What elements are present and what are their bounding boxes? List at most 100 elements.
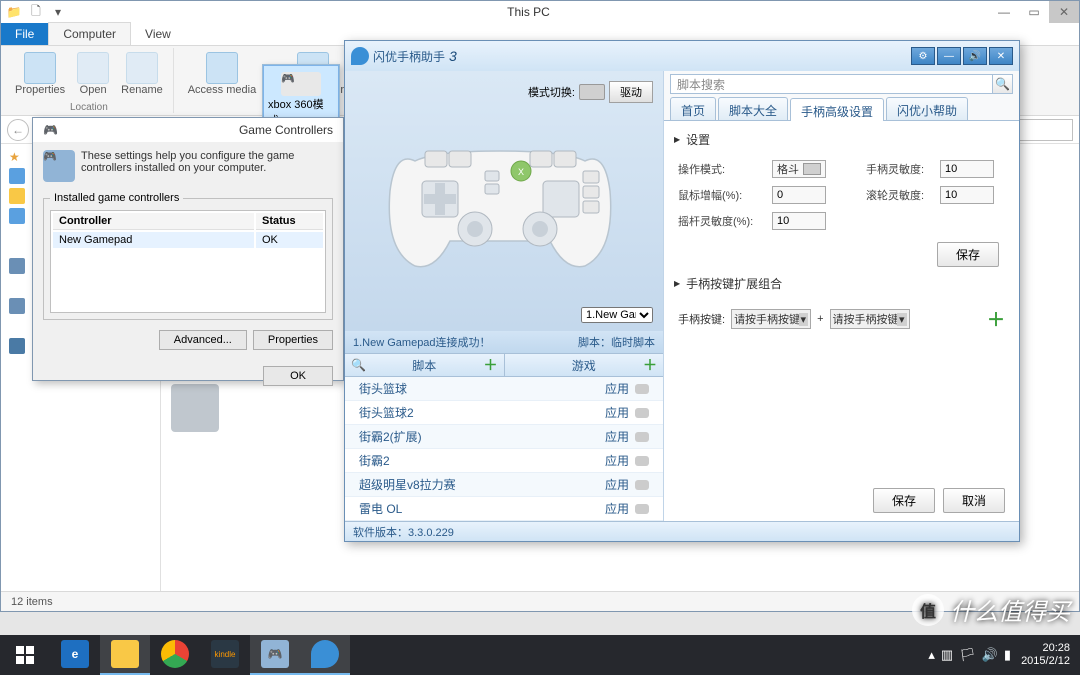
task-game-controllers[interactable]: 🎮 xyxy=(250,635,300,675)
gamepad-icon xyxy=(635,408,649,418)
add-icon[interactable]: ＋ xyxy=(484,355,498,375)
col-controller[interactable]: Controller xyxy=(53,213,254,230)
op-mode-value[interactable]: 格斗 xyxy=(772,160,826,178)
apply-button[interactable]: 应用 xyxy=(605,404,629,421)
script-name: 街头篮球 xyxy=(359,380,605,397)
explorer-titlebar: 📁 🗋 ▾ This PC — ▭ ✕ xyxy=(1,1,1079,23)
search-icon: 🔍 xyxy=(351,358,366,372)
save-button[interactable]: 保存 xyxy=(937,242,999,267)
xbox-controller-icon: 🎮 xyxy=(281,72,321,96)
logo-icon xyxy=(351,47,369,65)
tray-up-icon[interactable]: ▴ xyxy=(928,647,935,663)
task-ie[interactable]: e xyxy=(50,635,100,675)
right-tab[interactable]: 闪优小帮助 xyxy=(886,97,968,120)
search-button[interactable]: 🔍 xyxy=(993,74,1013,94)
list-item[interactable]: 雷电 OL应用 xyxy=(345,497,663,521)
tab-view[interactable]: View xyxy=(131,23,185,45)
ribbon-rename[interactable]: Rename xyxy=(117,48,167,100)
mouse-gain-label: 鼠标增幅(%): xyxy=(678,187,768,203)
tab-games[interactable]: 游戏＋ xyxy=(504,354,664,376)
properties-icon xyxy=(24,52,56,84)
gamepad-icon xyxy=(635,456,649,466)
qat-dropdown-icon[interactable]: ▾ xyxy=(48,2,68,22)
task-gamepad-assistant[interactable] xyxy=(300,635,350,675)
system-tray: ▴ ▥ 🏳 🔊 ▮ 20:28 2015/2/12 xyxy=(928,642,1080,668)
list-item[interactable]: 街头篮球应用 xyxy=(345,377,663,401)
start-button[interactable] xyxy=(0,635,50,675)
maximize-button[interactable]: ▭ xyxy=(1019,1,1049,23)
properties-button[interactable]: Properties xyxy=(253,330,333,350)
table-row[interactable]: New GamepadOK xyxy=(53,232,323,248)
qat-icon[interactable]: 📁 xyxy=(4,2,24,22)
list-item[interactable]: 超级明星v8拉力赛应用 xyxy=(345,473,663,497)
apply-button[interactable]: 应用 xyxy=(605,500,629,517)
combo-key-2[interactable]: 请按手柄按键 xyxy=(830,309,910,329)
script-list[interactable]: 街头篮球应用街头篮球2应用街霸2(扩展)应用街霸2应用超级明星v8拉力赛应用雷电… xyxy=(345,377,663,521)
settings-expander[interactable]: ▶设置 xyxy=(674,127,1009,152)
pad-sens-input[interactable] xyxy=(940,160,994,178)
minimize-button[interactable]: — xyxy=(989,1,1019,23)
list-item[interactable]: 街霸2应用 xyxy=(345,449,663,473)
task-explorer[interactable] xyxy=(100,635,150,675)
network-icon xyxy=(9,338,25,354)
combo-key-1[interactable]: 请按手柄按键 xyxy=(731,309,811,329)
ga-close-button[interactable]: ✕ xyxy=(989,47,1013,65)
task-kindle[interactable]: kindle xyxy=(200,635,250,675)
ribbon-group-location: Location xyxy=(70,102,108,113)
right-tab[interactable]: 手柄高级设置 xyxy=(790,98,884,121)
cancel-button[interactable]: 取消 xyxy=(943,488,1005,513)
folder-icon xyxy=(9,188,25,204)
controller-preview: 模式切换: 驱动 X xyxy=(345,71,663,331)
list-item[interactable]: 街霸2(扩展)应用 xyxy=(345,425,663,449)
wheel-sens-input[interactable] xyxy=(940,186,994,204)
apply-button[interactable]: 应用 xyxy=(605,452,629,469)
mode-toggle[interactable] xyxy=(579,84,605,100)
taskbar: e kindle 🎮 ▴ ▥ 🏳 🔊 ▮ 20:28 2015/2/12 xyxy=(0,635,1080,675)
clock[interactable]: 20:28 2015/2/12 xyxy=(1021,642,1070,668)
add-combo-button[interactable]: ＋ xyxy=(987,306,1005,332)
close-button[interactable]: ✕ xyxy=(1049,1,1079,23)
right-tab[interactable]: 脚本大全 xyxy=(718,97,788,120)
stick-sens-input[interactable] xyxy=(772,212,826,230)
device-select[interactable]: 1.New Game xyxy=(581,307,653,323)
wheel-sens-label: 滚轮灵敏度: xyxy=(866,187,936,203)
qat-properties-icon[interactable]: 🗋 xyxy=(26,2,46,22)
network-icon[interactable]: ▮ xyxy=(1004,647,1011,663)
save-all-button[interactable]: 保存 xyxy=(873,488,935,513)
back-button[interactable]: ← xyxy=(7,119,29,141)
apply-button[interactable]: 应用 xyxy=(605,380,629,397)
tab-computer[interactable]: Computer xyxy=(48,22,131,45)
tray-flag-icon[interactable]: 🏳 xyxy=(959,647,976,663)
gamepad-icon xyxy=(635,504,649,514)
pad-sens-label: 手柄灵敏度: xyxy=(866,161,936,177)
ribbon-access-media[interactable]: Access media xyxy=(184,48,260,100)
volume-icon[interactable]: 🔊 xyxy=(982,647,998,663)
battery-icon[interactable]: ▥ xyxy=(941,647,953,663)
advanced-button[interactable]: Advanced... xyxy=(159,330,247,350)
ok-button[interactable]: OK xyxy=(263,366,333,386)
ga-settings-button[interactable]: ⚙ xyxy=(911,47,935,65)
settings-panel: ▶设置 操作模式: 格斗 手柄灵敏度: 鼠标增幅(%): 滚轮灵敏度: 摇杆灵敏… xyxy=(664,121,1019,521)
script-name: 街霸2(扩展) xyxy=(359,428,605,445)
mode-drive-button[interactable]: 驱动 xyxy=(609,81,653,103)
apply-button[interactable]: 应用 xyxy=(605,476,629,493)
ga-sound-button[interactable]: 🔊 xyxy=(963,47,987,65)
task-chrome[interactable] xyxy=(150,635,200,675)
tab-scripts[interactable]: 🔍脚本＋ xyxy=(345,354,504,376)
gamepad-assistant-window: 闪优手柄助手 3 ⚙ — 🔊 ✕ 模式切换: 驱动 X xyxy=(344,40,1020,542)
list-item[interactable]: 街头篮球2应用 xyxy=(345,401,663,425)
tab-file[interactable]: File xyxy=(1,23,48,45)
connection-status: 1.New Gamepad连接成功！ 脚本：临时脚本 xyxy=(345,331,663,353)
script-search-input[interactable]: 脚本搜索 xyxy=(670,74,993,94)
add-icon[interactable]: ＋ xyxy=(643,355,657,375)
col-status[interactable]: Status xyxy=(256,213,323,230)
ga-minimize-button[interactable]: — xyxy=(937,47,961,65)
combo-expander[interactable]: ▶手柄按键扩展组合 xyxy=(674,271,1009,296)
gamepad-icon xyxy=(635,480,649,490)
right-tab[interactable]: 首页 xyxy=(670,97,716,120)
ribbon-properties[interactable]: Properties xyxy=(11,48,69,100)
mouse-gain-input[interactable] xyxy=(772,186,826,204)
mode-switch-label: 模式切换: xyxy=(528,84,575,100)
apply-button[interactable]: 应用 xyxy=(605,428,629,445)
ribbon-open[interactable]: Open xyxy=(73,48,113,100)
